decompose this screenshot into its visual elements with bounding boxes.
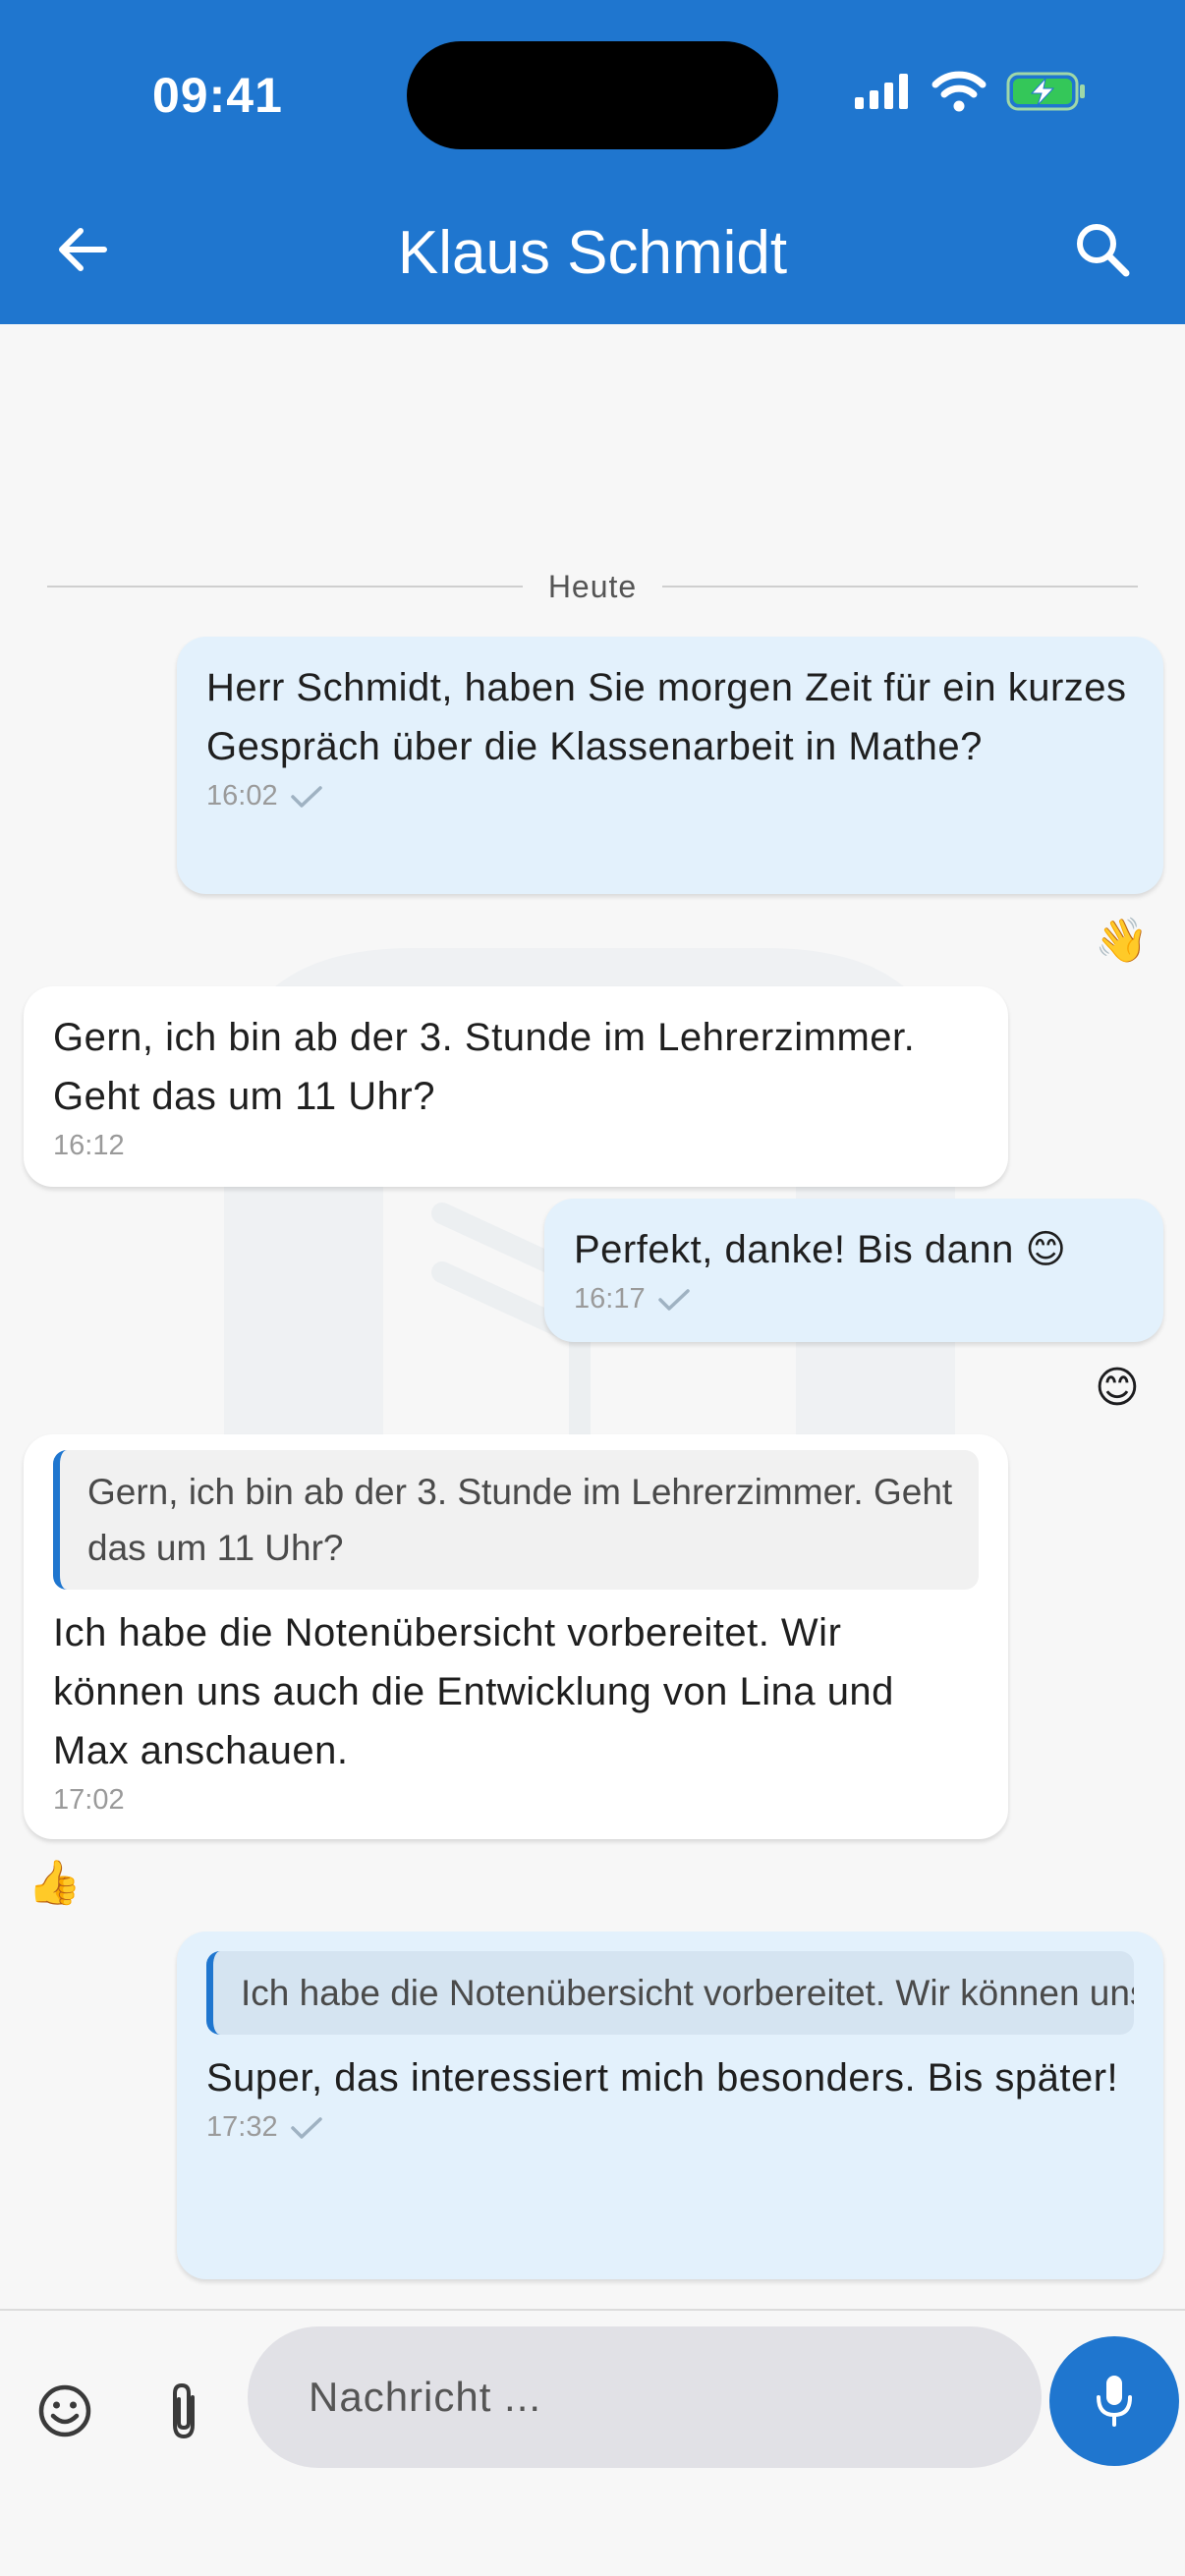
- attach-button[interactable]: [157, 2380, 212, 2442]
- quoted-message[interactable]: Ich habe die Notenübersicht vorbereitet.…: [206, 1951, 1134, 2035]
- paperclip-icon: [173, 2382, 195, 2439]
- message-time: 17:02: [53, 1784, 125, 1816]
- message-text: Herr Schmidt, haben Sie morgen Zeit für …: [206, 666, 1127, 768]
- message-bubble-incoming[interactable]: Gern, ich bin ab der 3. Stunde im Lehrer…: [24, 986, 1008, 1187]
- search-icon: [1077, 224, 1130, 277]
- message-bubble-outgoing[interactable]: Ich habe die Notenübersicht vorbereitet.…: [177, 1932, 1163, 2279]
- message-reaction[interactable]: 😊: [1095, 1364, 1140, 1413]
- message-meta: 17:32: [206, 2111, 1134, 2144]
- smiley-icon: [38, 2384, 91, 2437]
- date-separator: Heute: [47, 557, 1139, 616]
- message-input[interactable]: [248, 2326, 1042, 2468]
- app-bar: 09:41 Klaus Schmidt: [0, 0, 1185, 324]
- wifi-icon: [931, 71, 987, 112]
- chat-title: Klaus Schmidt: [397, 219, 788, 287]
- message-bubble-incoming[interactable]: Gern, ich bin ab der 3. Stunde im Lehrer…: [24, 1434, 1008, 1839]
- divider-line: [662, 586, 1139, 588]
- emoji-button[interactable]: [37, 2383, 92, 2438]
- status-icons: [853, 71, 1087, 112]
- message-bubble-outgoing[interactable]: Herr Schmidt, haben Sie morgen Zeit für …: [177, 637, 1163, 894]
- message-text: Gern, ich bin ab der 3. Stunde im Lehrer…: [53, 1016, 916, 1118]
- dynamic-island: [407, 41, 778, 149]
- checkmark-icon: [290, 2116, 322, 2139]
- message-meta: 16:17: [574, 1283, 1134, 1316]
- status-time: 09:41: [152, 68, 283, 123]
- message-time: 17:32: [206, 2111, 278, 2143]
- quoted-message[interactable]: Gern, ich bin ab der 3. Stunde im Lehrer…: [53, 1450, 979, 1590]
- message-time: 16:17: [574, 1283, 646, 1315]
- date-label: Heute: [547, 568, 638, 604]
- message-meta: 16:12: [53, 1130, 979, 1162]
- battery-charging-icon: [1006, 72, 1085, 111]
- message-text: Super, das interessiert mich besonders. …: [206, 2056, 1119, 2100]
- message-time: 16:12: [53, 1130, 125, 1161]
- message-text: Perfekt, danke! Bis dann 😊: [574, 1228, 1067, 1271]
- checkmark-icon: [657, 1288, 690, 1311]
- message-time: 16:02: [206, 780, 278, 812]
- message-reaction[interactable]: 👍: [28, 1859, 82, 1908]
- signal-icon: [855, 74, 908, 109]
- message-meta: 16:02: [206, 780, 1134, 812]
- message-text: Ich habe die Notenübersicht vorbereitet.…: [53, 1611, 894, 1772]
- message-reaction[interactable]: 👋: [1095, 917, 1149, 966]
- composer-bar: [0, 2309, 1185, 2576]
- message-bubble-outgoing[interactable]: Perfekt, danke! Bis dann 😊 16:17: [544, 1199, 1163, 1342]
- divider-line: [47, 586, 523, 588]
- microphone-button[interactable]: [1049, 2336, 1179, 2466]
- microphone-icon: [1097, 2376, 1132, 2427]
- checkmark-icon: [290, 785, 322, 808]
- search-button[interactable]: [1071, 218, 1134, 281]
- chat-area[interactable]: Heute Herr Schmidt, haben Sie morgen Zei…: [0, 324, 1185, 2309]
- message-meta: 17:02: [53, 1784, 979, 1817]
